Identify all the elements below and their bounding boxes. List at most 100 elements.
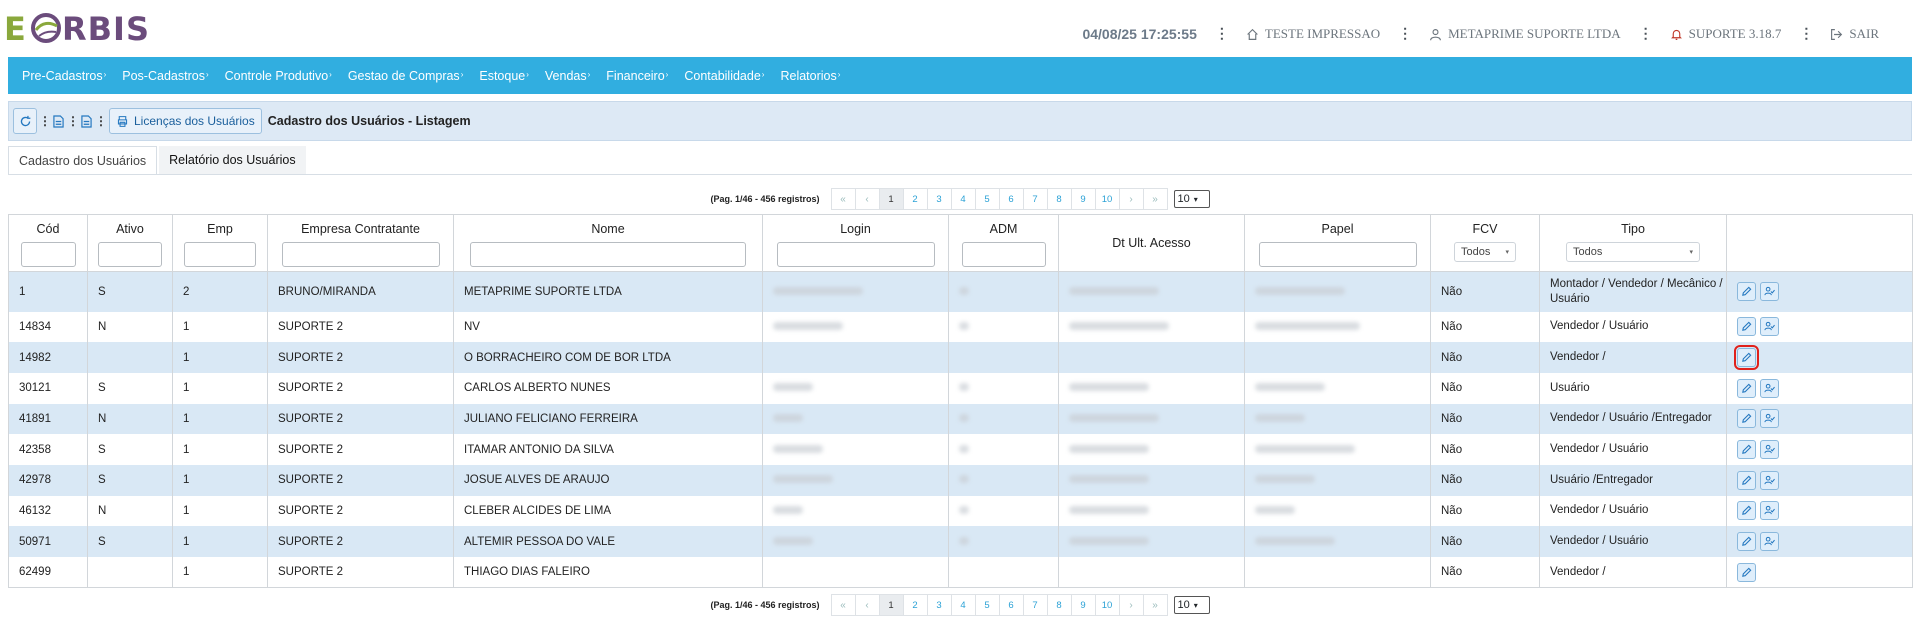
user-permissions-button[interactable] [1760,282,1779,302]
main-menu: Pre-Cadastros › Pos-Cadastros › Controle P… [8,57,1912,94]
edit-button[interactable] [1737,470,1756,490]
menu-gestao-de-compras[interactable]: Gestao de Compras › [348,69,464,83]
page-button[interactable]: 5 [974,188,1000,210]
page-button[interactable]: 3 [926,188,952,210]
user-permissions-button[interactable] [1760,440,1779,460]
page-button[interactable]: 1 [878,188,904,210]
edit-button[interactable] [1737,440,1756,460]
orbis-logo[interactable]: E RBIS [4,8,154,48]
page-button[interactable]: 9 [1070,188,1096,210]
menu-relatorios[interactable]: Relatorios › [780,69,840,83]
filter-cod-input[interactable] [20,242,76,267]
page-button[interactable]: 8 [1046,188,1072,210]
edit-button[interactable] [1737,409,1756,429]
filter-emp-input[interactable] [184,242,256,267]
menu-estoque[interactable]: Estoque › [479,69,529,83]
page-button[interactable]: 7 [1022,188,1048,210]
page-button[interactable]: 1 [878,594,904,616]
cell-actions [1726,372,1913,404]
next-page-button[interactable]: › [1118,188,1144,210]
page-button[interactable]: 4 [950,594,976,616]
page-button[interactable]: 2 [902,594,928,616]
page-button[interactable]: 2 [902,188,928,210]
cell-nome: O BORRACHEIRO COM DE BOR LTDA [453,342,763,373]
page-button[interactable]: 4 [950,188,976,210]
table-row[interactable]: 1 S 2 BRUNO/MIRANDA METAPRIME SUPORTE LTDA Nã… [8,271,1913,312]
logout-link[interactable]: SAIR [1830,26,1879,42]
prev-page-button[interactable]: ‹ [854,188,880,210]
user-permissions-button[interactable] [1760,501,1779,521]
table-row[interactable]: 14834 N 1 SUPORTE 2 NV Não Vendedor / Usuário [8,311,1913,343]
page-button[interactable]: 6 [998,188,1024,210]
user-permissions-button[interactable] [1760,470,1779,490]
page-button[interactable]: 3 [926,594,952,616]
menu-controle-produtivo[interactable]: Controle Produtivo › [225,69,332,83]
table-row[interactable]: 62499 1 SUPORTE 2 THIAGO DIAS FALEIRO Não Ven… [8,557,1913,589]
table-row[interactable]: 46132 N 1 SUPORTE 2 CLEBER ALCIDES DE LIMA Nã… [8,495,1913,527]
edit-button[interactable] [1737,282,1756,302]
printer-link[interactable]: TESTE IMPRESSAO [1246,26,1380,42]
export-document-button[interactable] [53,114,65,128]
filter-adm-input[interactable] [961,242,1046,267]
edit-button[interactable] [1737,501,1756,521]
page-button[interactable]: 10 [1094,188,1120,210]
edit-button[interactable] [1737,562,1756,582]
last-page-button[interactable]: » [1142,188,1168,210]
edit-button[interactable] [1737,532,1756,552]
first-page-button[interactable]: « [830,188,856,210]
redacted-value [1255,475,1315,484]
menu-pre-cadastros[interactable]: Pre-Cadastros › [22,69,106,83]
user-permissions-button[interactable] [1760,317,1779,337]
table-row[interactable]: 30121 S 1 SUPORTE 2 CARLOS ALBERTO NUNES Não U… [8,372,1913,404]
prev-page-button[interactable]: ‹ [854,594,880,616]
company-link[interactable]: METAPRIME SUPORTE LTDA [1429,26,1621,42]
filter-ativo-input[interactable] [98,242,162,267]
row-actions [1737,282,1912,302]
filter-tipo-select[interactable]: Todos ▾ [1566,242,1700,262]
page-size-select[interactable]: 10 ▾ [1173,596,1210,614]
menu-pos-cadastros[interactable]: Pos-Cadastros › [122,69,208,83]
table-row[interactable]: 42978 S 1 SUPORTE 2 JOSUE ALVES DE ARAUJO Não… [8,464,1913,496]
caret-right-icon: › [103,70,107,79]
table-row[interactable]: 50971 S 1 SUPORTE 2 ALTEMIR PESSOA DO VALE Nã… [8,526,1913,557]
page-button[interactable]: 9 [1070,594,1096,616]
cell-ativo: S [87,526,173,557]
pencil-icon [1742,352,1752,362]
refresh-button[interactable] [13,108,37,134]
page-button[interactable]: 5 [974,594,1000,616]
page-button[interactable]: 6 [998,594,1024,616]
redacted-value [1069,505,1149,514]
edit-button[interactable] [1734,345,1759,371]
filter-empresa-input[interactable] [281,242,440,267]
tab-cadastro-usuarios[interactable]: Cadastro dos Usuários [8,146,158,174]
page-button[interactable]: 8 [1046,594,1072,616]
next-page-button[interactable]: › [1118,594,1144,616]
user-permissions-button[interactable] [1760,532,1779,552]
cell-tipo: Montador / Vendedor / Mecânico / Usuário [1539,271,1727,312]
tab-relatorio-usuarios[interactable]: Relatório dos Usuários [159,146,306,174]
table-row[interactable]: 41891 N 1 SUPORTE 2 JULIANO FELICIANO FERREI… [8,403,1913,435]
licenses-button[interactable]: Licenças dos Usuários [109,108,262,134]
support-link[interactable]: SUPORTE 3.18.7 [1670,26,1781,42]
last-page-button[interactable]: » [1142,594,1168,616]
user-permissions-button[interactable] [1760,378,1779,398]
edit-button[interactable] [1737,378,1756,398]
page-button[interactable]: 10 [1094,594,1120,616]
first-page-button[interactable]: « [830,594,856,616]
filter-fcv-select[interactable]: Todos ▾ [1454,242,1516,262]
page-button[interactable]: 7 [1022,594,1048,616]
filter-login-input[interactable] [776,242,935,267]
cell-cod: 30121 [8,372,88,404]
page-size-select[interactable]: 10 ▾ [1173,190,1210,208]
table-row[interactable]: 42358 S 1 SUPORTE 2 ITAMAR ANTONIO DA SILVA N… [8,434,1913,465]
menu-contabilidade[interactable]: Contabilidade › [684,69,764,83]
filter-nome-input[interactable] [470,242,746,267]
user-permissions-button[interactable] [1760,409,1779,429]
menu-vendas[interactable]: Vendas › [545,69,590,83]
menu-financeiro[interactable]: Financeiro › [606,69,668,83]
filter-papel-input[interactable] [1258,242,1417,267]
cell-ativo: N [87,311,173,343]
table-row[interactable]: 14982 1 SUPORTE 2O BORRACHEIRO COM DE BOR … [8,342,1913,373]
export-document-button-2[interactable] [81,114,93,128]
edit-button[interactable] [1737,317,1756,337]
